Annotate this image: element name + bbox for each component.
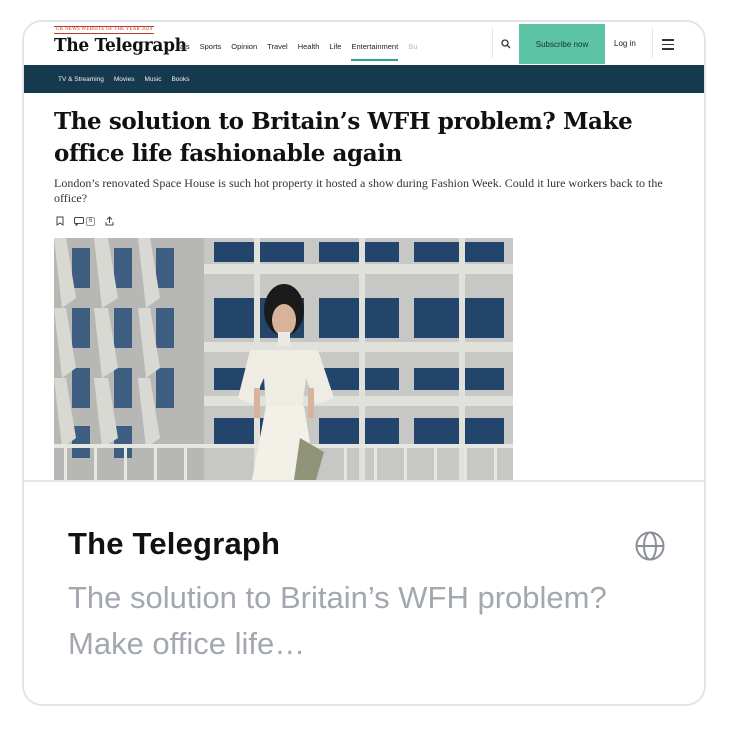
- divider: [652, 28, 653, 58]
- section-subnav: TV & Streaming Movies Music Books: [24, 65, 704, 93]
- nav-item-active: Entertainment: [351, 42, 399, 61]
- article-tools: 6: [56, 216, 114, 226]
- search-icon: [498, 36, 514, 52]
- page-preview-thumbnail: UK NEWS WEBSITE OF THE YEAR 2024 The Tel…: [24, 22, 704, 480]
- nav-item: Health: [297, 42, 320, 51]
- subnav-item: Books: [171, 75, 190, 83]
- masthead: UK NEWS WEBSITE OF THE YEAR 2024 The Tel…: [24, 22, 704, 64]
- link-description: The solution to Britain’s WFH problem? M…: [68, 580, 607, 661]
- site-name: The Telegraph: [68, 526, 281, 561]
- article-standfirst: London’s renovated Space House is such h…: [54, 176, 663, 205]
- nav-item: Sports: [199, 42, 222, 51]
- globe-icon: [634, 530, 666, 562]
- login-link: Log in: [614, 39, 636, 48]
- hero-image: [54, 238, 513, 480]
- comment-count: 6: [86, 216, 96, 226]
- subnav-item: Movies: [113, 75, 135, 83]
- share-icon: [105, 216, 114, 226]
- nav-item: als: [180, 42, 190, 51]
- link-preview-card[interactable]: UK NEWS WEBSITE OF THE YEAR 2024 The Tel…: [22, 20, 706, 706]
- subnav-item: TV & Streaming: [58, 75, 104, 83]
- bookmark-icon: [56, 216, 64, 226]
- nav-item: Opinion: [231, 42, 258, 51]
- subscribe-button: Subscribe now: [519, 24, 605, 64]
- nav-item: Bu: [408, 42, 418, 51]
- comment-icon: 6: [74, 216, 96, 226]
- menu-icon: [662, 36, 674, 53]
- nav-item: Life: [329, 42, 342, 51]
- main-nav: als Sports Opinion Travel Health Life En…: [180, 42, 417, 61]
- nav-item: Travel: [267, 42, 288, 51]
- divider: [492, 28, 493, 58]
- card-divider: [24, 480, 704, 482]
- subnav-item: Music: [144, 75, 162, 83]
- article-headline: The solution to Britain’s WFH problem? M…: [54, 108, 633, 167]
- award-badge: UK NEWS WEBSITE OF THE YEAR 2024: [54, 26, 155, 34]
- telegraph-logo: The Telegraph: [54, 35, 187, 57]
